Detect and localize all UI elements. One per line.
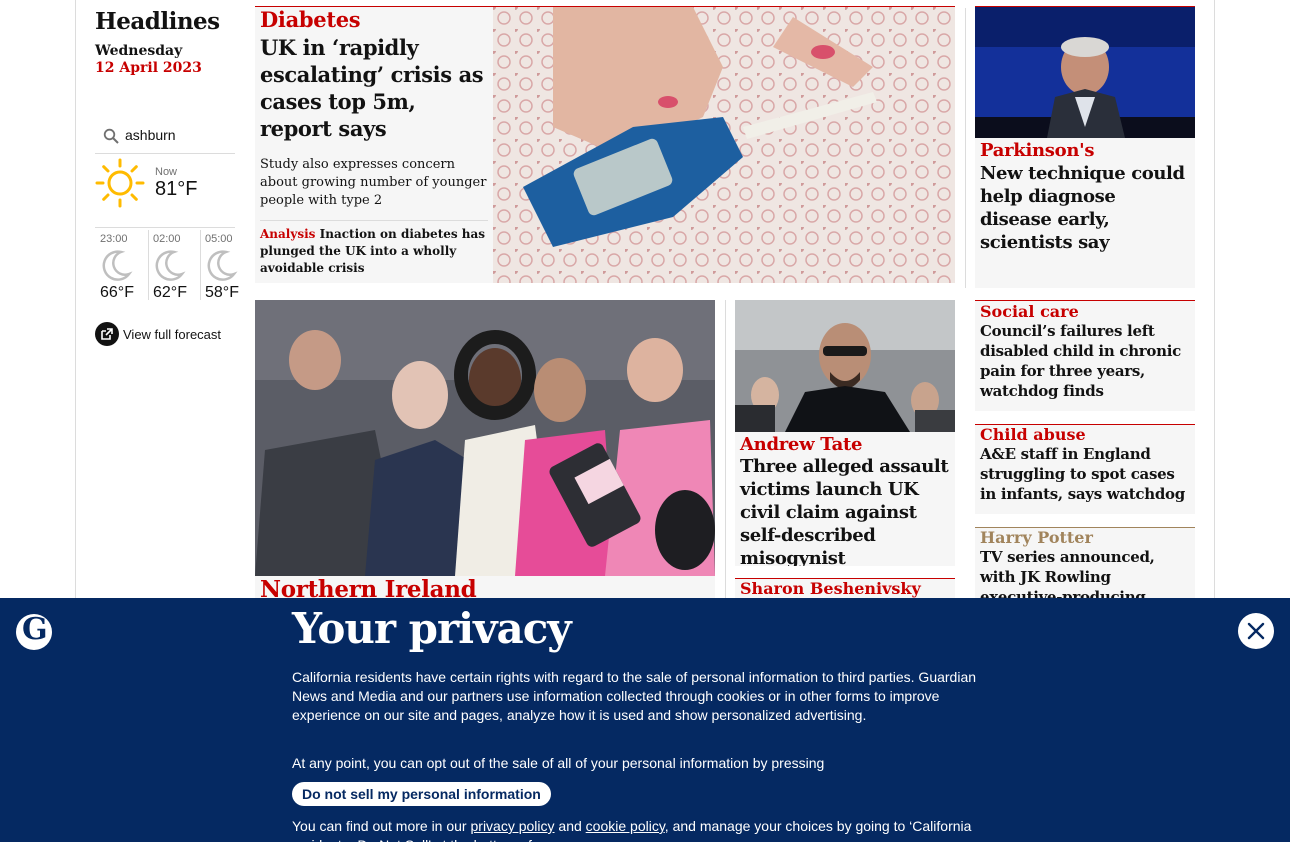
story-kicker: Child abuse xyxy=(980,425,1086,444)
story-headline[interactable]: A&E staff in England struggling to spot … xyxy=(980,444,1192,504)
view-full-forecast-label: View full forecast xyxy=(123,326,222,342)
do-not-sell-button[interactable]: Do not sell my personal information xyxy=(292,782,551,806)
now-label: Now xyxy=(155,166,178,178)
close-icon xyxy=(1247,622,1265,640)
view-full-forecast-link[interactable]: View full forecast xyxy=(95,322,221,346)
story-northern-ireland[interactable]: Northern Ireland xyxy=(255,300,715,600)
story-kicker: Parkinson's xyxy=(980,140,1095,161)
external-link-icon xyxy=(95,322,119,346)
column-divider xyxy=(965,8,966,288)
story-child-abuse[interactable]: Child abuse A&E staff in England struggl… xyxy=(975,425,1195,514)
weekday: Wednesday xyxy=(95,43,183,59)
moon-icon xyxy=(102,250,133,281)
date: 12 April 2023 xyxy=(95,60,202,76)
privacy-paragraph: California residents have certain rights… xyxy=(292,669,977,723)
privacy-policy-link[interactable]: privacy policy xyxy=(471,818,555,834)
story-headline[interactable]: TV series announced, with JK Rowling exe… xyxy=(980,547,1192,600)
column-divider xyxy=(725,300,726,600)
story-image xyxy=(975,7,1195,138)
privacy-paragraph: At any point, you can opt out of the sal… xyxy=(292,755,825,771)
headlines-heading: Headlines xyxy=(95,8,220,35)
forecast-item: 05:00 58°F xyxy=(200,230,252,301)
weather-location: ashburn xyxy=(125,127,176,143)
story-image xyxy=(493,7,955,283)
close-banner-button[interactable] xyxy=(1238,613,1274,649)
story-image xyxy=(255,300,715,576)
moon-icon xyxy=(207,250,238,281)
story-image xyxy=(735,300,955,432)
story-headline[interactable]: UK in ‘rapidly escalating’ crisis as cas… xyxy=(260,34,488,142)
forecast-temperature: 66°F xyxy=(100,284,134,301)
story-kicker: Northern Ireland xyxy=(260,576,477,600)
story-standfirst: Study also expresses concern about growi… xyxy=(260,157,487,208)
weather-location-field[interactable]: ashburn xyxy=(95,124,235,154)
story-social-care[interactable]: Social care Council’s failures left disa… xyxy=(975,301,1195,411)
story-headline[interactable]: Three alleged assault victims launch UK … xyxy=(740,455,952,566)
forecast-temperature: 62°F xyxy=(153,284,187,301)
privacy-text: You can find out more in our xyxy=(292,818,471,834)
search-icon xyxy=(103,128,119,144)
related-story[interactable]: Analysis Inaction on diabetes has plunge… xyxy=(260,220,488,277)
forecast-time: 02:00 xyxy=(153,233,181,245)
story-kicker: Diabetes xyxy=(260,7,361,32)
now-temperature: 81°F xyxy=(155,178,198,200)
forecast-item: 02:00 62°F xyxy=(148,230,200,301)
story-kicker: Sharon Beshenivsky xyxy=(740,579,921,598)
story-kicker: Social care xyxy=(980,302,1079,321)
privacy-text: and xyxy=(554,818,586,834)
story-parkinsons[interactable]: Parkinson's New technique could help dia… xyxy=(975,7,1195,288)
moon-icon xyxy=(155,250,186,281)
privacy-paragraph: You can find out more in our privacy pol… xyxy=(292,817,1002,842)
hourly-forecast: 23:00 66°F 02:00 62°F 05:00 58°F xyxy=(95,230,245,301)
story-headline[interactable]: Council’s failures left disabled child i… xyxy=(980,321,1192,401)
weather-now: Now 81°F xyxy=(95,158,235,228)
forecast-time: 23:00 xyxy=(100,233,128,245)
story-harry-potter[interactable]: Harry Potter TV series announced, with J… xyxy=(975,528,1195,600)
privacy-banner: G Your privacy California residents have… xyxy=(0,598,1290,842)
forecast-item: 23:00 66°F xyxy=(95,230,147,301)
sunny-icon xyxy=(95,158,145,208)
forecast-temperature: 58°F xyxy=(205,284,239,301)
story-diabetes[interactable]: Diabetes UK in ‘rapidly escalating’ cris… xyxy=(255,7,955,283)
related-kicker: Analysis xyxy=(260,227,316,241)
story-kicker: Andrew Tate xyxy=(740,434,863,455)
story-kicker: Harry Potter xyxy=(980,528,1093,547)
story-headline[interactable]: New technique could help diagnose diseas… xyxy=(980,162,1192,254)
forecast-time: 05:00 xyxy=(205,233,233,245)
guardian-logo-icon: G xyxy=(16,612,52,650)
cookie-policy-link[interactable]: cookie policy xyxy=(586,818,665,834)
privacy-title: Your privacy xyxy=(292,604,572,653)
story-andrew-tate[interactable]: Andrew Tate Three alleged assault victim… xyxy=(735,300,955,566)
